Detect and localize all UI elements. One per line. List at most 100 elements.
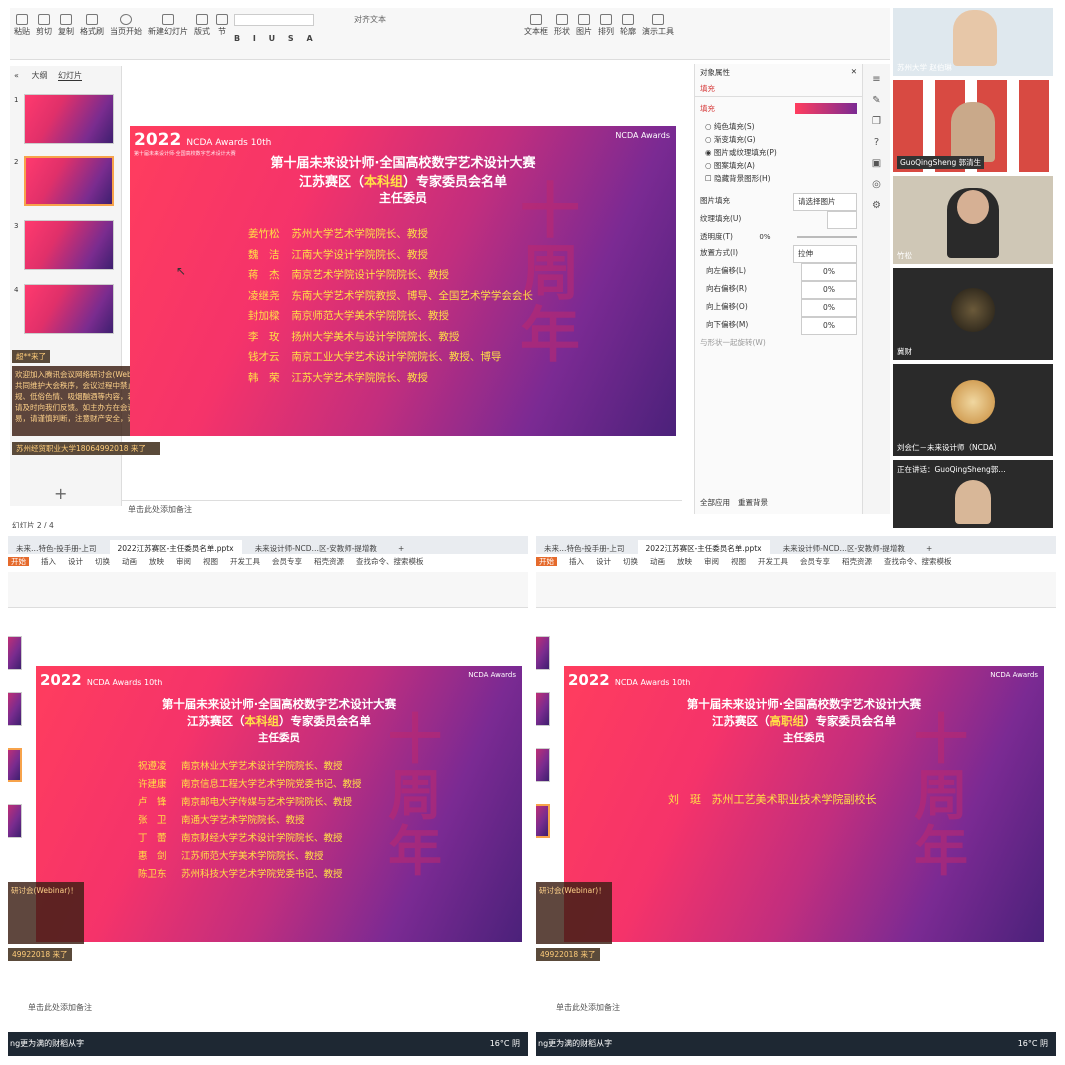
doc-tab[interactable]: 未来…特色-投手册-上司: [536, 540, 632, 557]
transparency-slider[interactable]: [796, 236, 857, 238]
fill-preview[interactable]: [795, 103, 857, 114]
menu-item[interactable]: 会员专享: [272, 557, 302, 566]
doc-tab[interactable]: 未来设计师-NCD…区-安教师-提增教: [775, 540, 913, 557]
textbox-button[interactable]: 文本框: [524, 14, 548, 43]
participant-video[interactable]: 刘会仁－未来设计师（NCDA）: [893, 364, 1053, 456]
shape-button[interactable]: 形状: [554, 14, 570, 43]
menu-item[interactable]: 放映: [149, 557, 164, 566]
copy-icon[interactable]: ❐: [872, 116, 881, 127]
menu-item[interactable]: 稻壳资源: [314, 557, 344, 566]
menu-item[interactable]: 开始: [8, 557, 29, 566]
participant-video[interactable]: 冀财: [893, 268, 1053, 360]
menu-item[interactable]: 视图: [203, 557, 218, 566]
doc-tab[interactable]: 未来…特色-投手册-上司: [8, 540, 104, 557]
arrange-button[interactable]: 排列: [598, 14, 614, 43]
fill-option[interactable]: ○ 图案填充(A): [705, 159, 852, 172]
offset-field[interactable]: 向左偏移(L) 0%: [706, 263, 857, 281]
ribbon: [536, 572, 1056, 608]
notes-area[interactable]: 单击此处添加备注: [556, 1002, 620, 1013]
menu-item[interactable]: 放映: [677, 557, 692, 566]
fill-option[interactable]: ○ 纯色填充(S): [705, 120, 852, 133]
align-text-label[interactable]: 对齐文本: [354, 15, 386, 24]
menu-item[interactable]: 动画: [122, 557, 137, 566]
menu-item[interactable]: 设计: [596, 557, 611, 566]
collapse-icon[interactable]: «: [14, 71, 19, 80]
outline-icon: [622, 14, 634, 25]
play-from-current-button[interactable]: 当页开始: [110, 14, 142, 43]
settings-icon[interactable]: ≡: [872, 74, 880, 85]
texture-select[interactable]: [827, 211, 857, 229]
member-title: 南京工业大学艺术设计学院院长、教授、博导: [288, 351, 502, 363]
menu-item[interactable]: 设计: [68, 557, 83, 566]
main-slide[interactable]: 2022 NCDA Awards 10th NCDA Awards 十周年 第十…: [36, 666, 522, 942]
pin-icon[interactable]: ✎: [872, 95, 880, 106]
menu-item[interactable]: 会员专享: [800, 557, 830, 566]
main-slide[interactable]: 2022 NCDA Awards 10th NCDA Awards 十周年 第十…: [564, 666, 1044, 942]
presentation-tools-button[interactable]: 演示工具: [642, 14, 674, 43]
menu-item[interactable]: 插入: [569, 557, 584, 566]
main-slide[interactable]: 2022 NCDA Awards 10th 第十届未来设计师·全国高校数字艺术设…: [130, 126, 676, 436]
cut-button[interactable]: 剪切: [36, 14, 52, 43]
reset-background-button[interactable]: 重置背景: [738, 497, 768, 508]
committee-member: 许建康 南京信息工程大学艺术学院党委书记、教授: [138, 776, 362, 794]
menu-item[interactable]: 开发工具: [230, 557, 260, 566]
slide-thumbnail[interactable]: [24, 94, 114, 144]
placement-select[interactable]: 拉伸: [793, 245, 857, 263]
participant-video[interactable]: 正在讲话：GuoQingSheng郭…: [893, 460, 1053, 528]
tab-fill[interactable]: 填充: [695, 81, 862, 97]
slide-thumbnail[interactable]: [24, 220, 114, 270]
paste-button[interactable]: 粘贴: [14, 14, 30, 43]
menu-item[interactable]: 稻壳资源: [842, 557, 872, 566]
add-slide-icon[interactable]: +: [54, 484, 67, 503]
tab-outline[interactable]: 大纲: [31, 71, 47, 80]
format-painter-button[interactable]: 格式刷: [80, 14, 104, 43]
new-slide-button[interactable]: 新建幻灯片: [148, 14, 188, 43]
menu-item[interactable]: 切换: [623, 557, 638, 566]
menu-item[interactable]: 开发工具: [758, 557, 788, 566]
doc-tab-active[interactable]: 2022江苏赛区-主任委员名单.pptx: [109, 540, 242, 557]
location-icon[interactable]: ◎: [872, 179, 881, 190]
menu-item[interactable]: 插入: [41, 557, 56, 566]
menu-item[interactable]: 开始: [536, 557, 557, 566]
new-tab-icon[interactable]: +: [918, 541, 940, 556]
participant-video[interactable]: 苏州大学 赵伯琳: [893, 8, 1053, 76]
offset-field[interactable]: 向上偏移(O) 0%: [706, 299, 857, 317]
section-button[interactable]: 节: [216, 14, 228, 43]
doc-tab-active[interactable]: 2022江苏赛区-主任委员名单.pptx: [637, 540, 770, 557]
participant-video[interactable]: GuoQingSheng 郭清生: [893, 80, 1053, 172]
layout-button[interactable]: 版式: [194, 14, 210, 43]
gear-icon[interactable]: ⚙: [872, 200, 881, 211]
new-tab-icon[interactable]: +: [390, 541, 412, 556]
slide-thumbnail[interactable]: [24, 284, 114, 334]
fill-option[interactable]: ○ 渐变填充(G): [705, 133, 852, 146]
menu-item[interactable]: 审阅: [704, 557, 719, 566]
offset-field[interactable]: 向下偏移(M) 0%: [706, 317, 857, 335]
font-name-select[interactable]: [234, 14, 314, 26]
copy-button[interactable]: 复制: [58, 14, 74, 43]
help-icon[interactable]: ?: [874, 137, 879, 148]
member-name: 李 玫: [248, 330, 280, 343]
rotate-checkbox[interactable]: 与形状一起旋转(W): [700, 335, 857, 351]
tab-slides[interactable]: 幻灯片: [58, 71, 82, 81]
menu-item[interactable]: 视图: [731, 557, 746, 566]
menu-item[interactable]: 动画: [650, 557, 665, 566]
slide-thumbnail-selected[interactable]: [24, 156, 114, 206]
offset-field[interactable]: 向右偏移(R) 0%: [706, 281, 857, 299]
menu-item[interactable]: 查找命令、搜索模板: [356, 557, 424, 566]
apply-all-button[interactable]: 全部应用: [700, 497, 730, 508]
participant-video[interactable]: 竹松: [893, 176, 1053, 264]
slide-title: 第十届未来设计师·全国高校数字艺术设计大赛: [270, 156, 536, 171]
close-icon[interactable]: ✕: [851, 67, 857, 78]
fill-option[interactable]: ◉ 图片或纹理填充(P): [705, 146, 852, 159]
menu-item[interactable]: 查找命令、搜索模板: [884, 557, 952, 566]
image-icon[interactable]: ▣: [872, 158, 881, 169]
outline-button[interactable]: 轮廓: [620, 14, 636, 43]
menu-item[interactable]: 审阅: [176, 557, 191, 566]
fill-option[interactable]: ☐ 隐藏背景图形(H): [705, 172, 852, 185]
picture-button[interactable]: 图片: [576, 14, 592, 43]
notes-area[interactable]: 单击此处添加备注: [28, 1002, 92, 1013]
menu-item[interactable]: 切换: [95, 557, 110, 566]
notes-area[interactable]: 单击此处添加备注: [122, 500, 682, 518]
picture-fill-select[interactable]: 请选择图片: [793, 193, 857, 211]
doc-tab[interactable]: 未来设计师-NCD…区-安教师-提增教: [247, 540, 385, 557]
